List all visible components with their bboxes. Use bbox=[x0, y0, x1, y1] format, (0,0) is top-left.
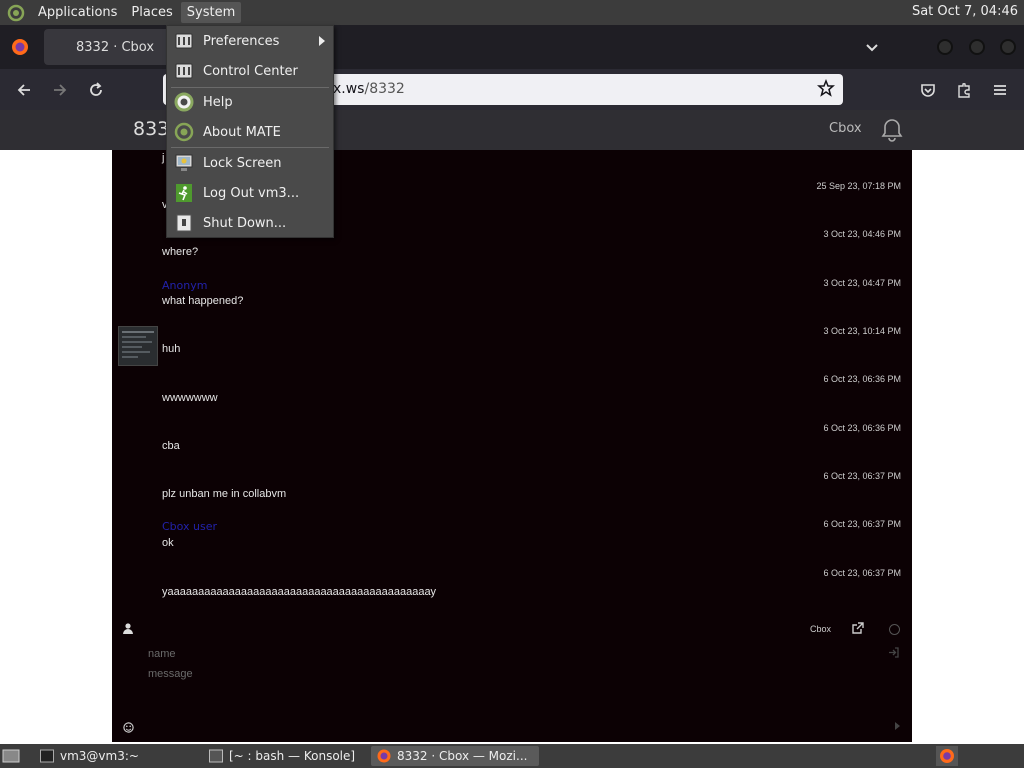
task-firefox-cbox[interactable]: 8332 · Cbox — Mozi... bbox=[371, 746, 539, 766]
bookmark-star-icon[interactable] bbox=[817, 78, 835, 101]
task-terminal-vm3[interactable]: vm3@vm3:~ bbox=[34, 746, 200, 766]
mate-icon bbox=[174, 122, 194, 142]
message-time: 3 Oct 23, 04:47 PM bbox=[823, 278, 901, 288]
message-time: 6 Oct 23, 06:36 PM bbox=[823, 374, 901, 384]
list-all-tabs-chevron-icon[interactable] bbox=[864, 39, 880, 55]
tab-title: 8332 · Cbox bbox=[76, 39, 155, 55]
chat-panel: j 25 Sep 23, 07:18 PM v 3 Oct 23, 04:46 … bbox=[112, 150, 912, 742]
send-arrow-icon[interactable] bbox=[894, 722, 900, 733]
message-time: 6 Oct 23, 06:37 PM bbox=[823, 568, 901, 578]
message-text: where? bbox=[162, 246, 199, 258]
browser-tab-bar: 8332 · Cbox bbox=[0, 25, 1024, 69]
system-dropdown-menu: Preferences Control Center Help About MA… bbox=[166, 25, 334, 238]
tray-firefox-icon[interactable] bbox=[936, 746, 958, 766]
navigation-bar: x.ws/8332 bbox=[0, 69, 1024, 110]
page-title: 833 bbox=[133, 118, 170, 140]
reload-icon[interactable] bbox=[85, 79, 107, 101]
menu-item-label: Help bbox=[203, 94, 233, 110]
menu-separator bbox=[171, 147, 329, 148]
log-out-icon bbox=[174, 183, 194, 203]
chat-compose-area: Cbox bbox=[112, 612, 912, 742]
name-input[interactable] bbox=[148, 646, 848, 662]
pocket-icon[interactable] bbox=[917, 79, 939, 101]
message-text: yaaaaaaaaaaaaaaaaaaaaaaaaaaaaaaaaaaaaaaa… bbox=[162, 586, 437, 598]
message-text: cba bbox=[162, 440, 180, 452]
firefox-icon bbox=[377, 749, 391, 763]
hamburger-menu-icon[interactable] bbox=[989, 79, 1011, 101]
menu-item-label: Control Center bbox=[203, 63, 298, 79]
lock-screen-icon bbox=[174, 153, 194, 173]
message-text: plz unban me in collabvm bbox=[162, 488, 287, 500]
preferences-icon bbox=[174, 31, 194, 51]
message-text: wwwwwww bbox=[162, 392, 218, 404]
konsole-icon bbox=[209, 749, 223, 763]
message-text: ok bbox=[162, 537, 174, 549]
mate-logo-icon[interactable] bbox=[6, 3, 26, 23]
system-menu-button[interactable]: System bbox=[180, 2, 242, 23]
terminal-icon bbox=[40, 749, 54, 763]
applications-menu[interactable]: Applications bbox=[32, 2, 123, 23]
message-time: 6 Oct 23, 06:37 PM bbox=[823, 519, 901, 529]
message-author[interactable]: Anonym bbox=[162, 279, 207, 292]
submenu-arrow-icon bbox=[319, 35, 325, 50]
clock[interactable]: Sat Oct 7, 04:46 bbox=[912, 4, 1018, 19]
control-center-icon bbox=[174, 61, 194, 81]
firefox-icon bbox=[11, 38, 29, 56]
message-time: 6 Oct 23, 06:37 PM bbox=[823, 471, 901, 481]
popout-icon[interactable] bbox=[851, 622, 864, 639]
task-label: vm3@vm3:~ bbox=[60, 749, 139, 763]
menu-item-label: Preferences bbox=[203, 33, 280, 49]
shut-down-icon bbox=[174, 213, 194, 233]
user-icon[interactable] bbox=[123, 623, 133, 638]
menu-item-label: About MATE bbox=[203, 124, 281, 140]
menu-item-lock-screen[interactable]: Lock Screen bbox=[167, 149, 333, 177]
menu-item-about-mate[interactable]: About MATE bbox=[167, 118, 333, 146]
close-button[interactable] bbox=[1000, 39, 1016, 55]
show-desktop-icon[interactable] bbox=[2, 746, 22, 766]
message-input[interactable] bbox=[148, 668, 848, 718]
login-icon[interactable] bbox=[888, 647, 899, 661]
menu-item-label: Shut Down... bbox=[203, 215, 287, 231]
menu-item-label: Lock Screen bbox=[203, 155, 282, 171]
task-label: [~ : bash — Konsole] bbox=[229, 749, 356, 763]
help-icon bbox=[174, 92, 194, 112]
top-panel: Applications Places System Sat Oct 7, 04… bbox=[0, 0, 1024, 25]
back-arrow-icon[interactable] bbox=[13, 79, 35, 101]
maximize-button[interactable] bbox=[969, 39, 985, 55]
message-time: 6 Oct 23, 06:36 PM bbox=[823, 423, 901, 433]
status-circle-icon[interactable] bbox=[889, 624, 900, 635]
message-author[interactable]: Cbox user bbox=[162, 520, 217, 533]
menu-item-control-center[interactable]: Control Center bbox=[167, 57, 333, 85]
message-text: huh bbox=[162, 343, 181, 355]
task-konsole[interactable]: [~ : bash — Konsole] bbox=[203, 746, 369, 766]
menu-item-preferences[interactable]: Preferences bbox=[167, 27, 333, 55]
avatar bbox=[118, 326, 158, 366]
cbox-header: 833 Cbox bbox=[0, 110, 1024, 150]
cbox-brand-link[interactable]: Cbox bbox=[829, 121, 862, 136]
message-time: 3 Oct 23, 10:14 PM bbox=[823, 326, 901, 336]
menu-item-shut-down[interactable]: Shut Down... bbox=[167, 209, 333, 237]
tab-cbox[interactable]: 8332 · Cbox bbox=[44, 29, 170, 65]
minimize-button[interactable] bbox=[937, 39, 953, 55]
forward-arrow-icon[interactable] bbox=[49, 79, 71, 101]
url-text: x.ws/8332 bbox=[333, 81, 405, 97]
message-text: j bbox=[162, 152, 165, 164]
task-label: 8332 · Cbox — Mozi... bbox=[397, 749, 528, 763]
message-time: 3 Oct 23, 04:46 PM bbox=[823, 229, 901, 239]
places-menu[interactable]: Places bbox=[125, 2, 178, 23]
menu-item-log-out[interactable]: Log Out vm3... bbox=[167, 179, 333, 207]
menu-item-help[interactable]: Help bbox=[167, 88, 333, 116]
bottom-panel: vm3@vm3:~ [~ : bash — Konsole] 8332 · Cb… bbox=[0, 744, 1024, 768]
cbox-footer-brand[interactable]: Cbox bbox=[810, 624, 831, 634]
extensions-icon[interactable] bbox=[953, 79, 975, 101]
bell-icon[interactable] bbox=[880, 117, 904, 147]
message-time: 25 Sep 23, 07:18 PM bbox=[816, 181, 901, 191]
message-text: what happened? bbox=[162, 295, 244, 307]
menu-item-label: Log Out vm3... bbox=[203, 185, 300, 201]
smiley-icon[interactable] bbox=[123, 722, 134, 737]
